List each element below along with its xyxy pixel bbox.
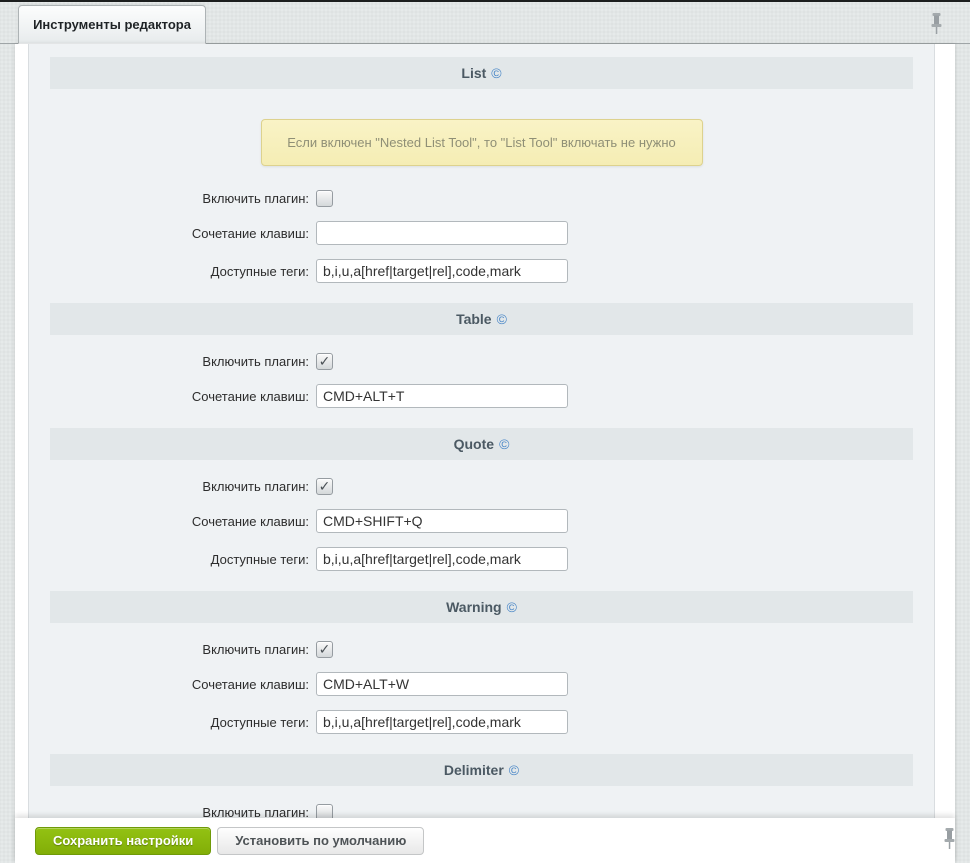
tags-input[interactable] <box>316 259 568 283</box>
section-table: Table © Включить плагин: Сочетание клави… <box>29 303 934 408</box>
shortcut-row: Сочетание клавиш: <box>29 221 934 245</box>
enable-plugin-row: Включить плагин: <box>29 189 934 207</box>
enable-plugin-checkbox[interactable] <box>316 478 333 495</box>
enable-plugin-checkbox[interactable] <box>316 641 333 658</box>
section-rows: Включить плагин: Сочетание клавиш: Досту… <box>29 623 934 734</box>
shortcut-input[interactable] <box>316 384 568 408</box>
enable-plugin-label: Включить плагин: <box>29 479 316 494</box>
shortcut-row: Сочетание клавиш: <box>29 509 934 533</box>
enable-plugin-row: Включить плагин: <box>29 477 934 495</box>
enable-plugin-checkbox[interactable] <box>316 190 333 207</box>
nested-list-notice: Если включен "Nested List Tool", то "Lis… <box>261 119 703 166</box>
shortcut-input[interactable] <box>316 672 568 696</box>
section-rows: Включить плагин: <box>29 786 934 818</box>
tab-editor-tools[interactable]: Инструменты редактора <box>18 5 206 44</box>
shortcut-label: Сочетание клавиш: <box>29 677 316 692</box>
shortcut-input[interactable] <box>316 509 568 533</box>
shortcut-label: Сочетание клавиш: <box>29 389 316 404</box>
section-header-warning: Warning © <box>50 591 913 623</box>
tags-row: Доступные теги: <box>29 259 934 283</box>
help-icon[interactable]: © <box>507 600 517 614</box>
pin-icon[interactable] <box>942 827 957 851</box>
tags-label: Доступные теги: <box>29 264 316 279</box>
enable-plugin-row: Включить плагин: <box>29 640 934 658</box>
tags-label: Доступные теги: <box>29 552 316 567</box>
section-title: Quote <box>454 436 494 452</box>
section-delimiter: Delimiter © Включить плагин: <box>29 754 934 818</box>
section-header-delimiter: Delimiter © <box>50 754 913 786</box>
enable-plugin-checkbox[interactable] <box>316 353 333 370</box>
shortcut-row: Сочетание клавиш: <box>29 672 934 696</box>
shortcut-input[interactable] <box>316 221 568 245</box>
enable-plugin-label: Включить плагин: <box>29 805 316 819</box>
tags-input[interactable] <box>316 547 568 571</box>
tags-input[interactable] <box>316 710 568 734</box>
section-rows: Включить плагин: Сочетание клавиш: Досту… <box>29 189 934 283</box>
footer-bar: Сохранить настройки Установить по умолча… <box>15 818 955 863</box>
section-warning: Warning © Включить плагин: Сочетание кла… <box>29 591 934 734</box>
enable-plugin-checkbox[interactable] <box>316 804 333 819</box>
help-icon[interactable]: © <box>509 763 519 777</box>
settings-panel: List © Если включен "Nested List Tool", … <box>15 44 955 863</box>
section-title: Delimiter <box>444 762 504 778</box>
section-quote: Quote © Включить плагин: Сочетание клави… <box>29 428 934 571</box>
tags-label: Доступные теги: <box>29 715 316 730</box>
tab-strip: Инструменты редактора <box>0 2 970 44</box>
help-icon[interactable]: © <box>499 437 509 451</box>
save-settings-button[interactable]: Сохранить настройки <box>35 827 211 855</box>
section-title: List <box>461 65 486 81</box>
shortcut-label: Сочетание клавиш: <box>29 514 316 529</box>
shortcut-row: Сочетание клавиш: <box>29 384 934 408</box>
enable-plugin-label: Включить плагин: <box>29 642 316 657</box>
enable-plugin-label: Включить плагин: <box>29 191 316 206</box>
enable-plugin-label: Включить плагин: <box>29 354 316 369</box>
set-defaults-button[interactable]: Установить по умолчанию <box>217 827 424 855</box>
section-title: Warning <box>446 599 501 615</box>
shortcut-label: Сочетание клавиш: <box>29 226 316 241</box>
section-list: List © Если включен "Nested List Tool", … <box>29 57 934 283</box>
help-icon[interactable]: © <box>497 312 507 326</box>
section-header-list: List © <box>50 57 913 89</box>
settings-scroll-area[interactable]: List © Если включен "Nested List Tool", … <box>28 44 935 818</box>
tags-row: Доступные теги: <box>29 547 934 571</box>
section-header-quote: Quote © <box>50 428 913 460</box>
tab-editor-tools-label: Инструменты редактора <box>33 17 191 32</box>
section-rows: Включить плагин: Сочетание клавиш: Досту… <box>29 460 934 571</box>
tags-row: Доступные теги: <box>29 710 934 734</box>
pin-icon[interactable] <box>929 12 944 36</box>
help-icon[interactable]: © <box>491 66 501 80</box>
section-rows: Включить плагин: Сочетание клавиш: <box>29 335 934 408</box>
enable-plugin-row: Включить плагин: <box>29 352 934 370</box>
section-title: Table <box>456 311 492 327</box>
section-header-table: Table © <box>50 303 913 335</box>
enable-plugin-row: Включить плагин: <box>29 803 934 818</box>
